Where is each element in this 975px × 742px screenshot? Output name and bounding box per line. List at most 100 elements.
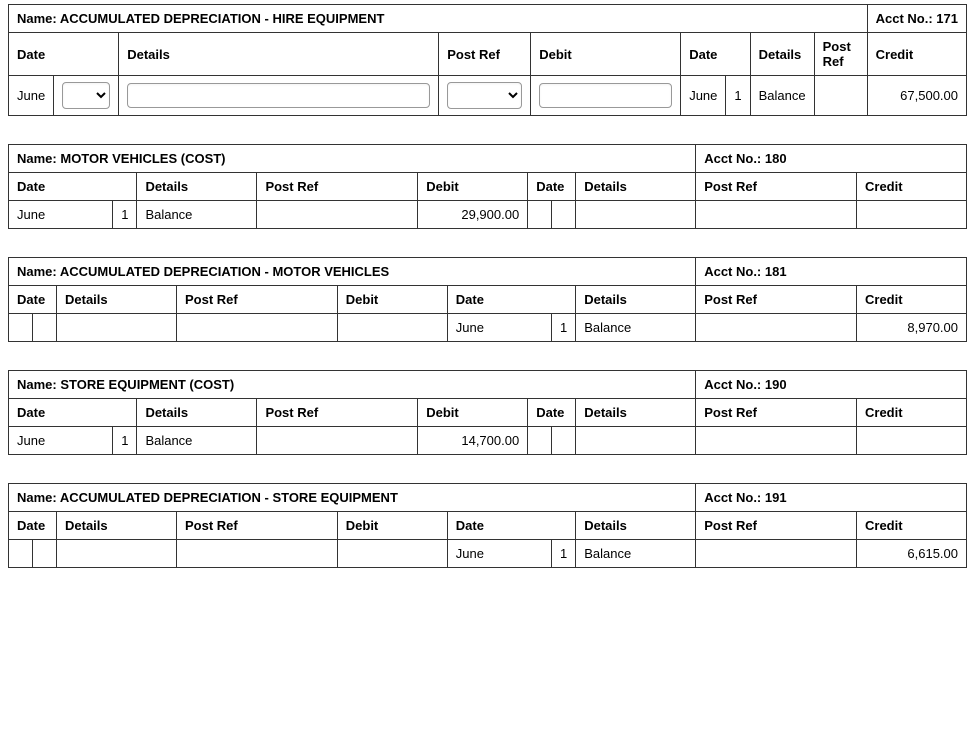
ledger-acc-dep-hire-equipment: Name: ACCUMULATED DEPRECIATION - HIRE EQ…	[8, 4, 967, 116]
credit-postref	[696, 427, 857, 455]
col-details-cr: Details	[576, 173, 696, 201]
ledger-acc-dep-store-equipment: Name: ACCUMULATED DEPRECIATION - STORE E…	[8, 483, 967, 568]
col-date: Date	[9, 286, 57, 314]
col-date: Date	[9, 512, 57, 540]
ledger-title: Name: ACCUMULATED DEPRECIATION - MOTOR V…	[9, 258, 696, 286]
debit-postref-select[interactable]	[447, 82, 522, 109]
debit-day: 1	[113, 427, 137, 455]
col-postref: Post Ref	[439, 33, 531, 76]
ledger-title: Name: ACCUMULATED DEPRECIATION - STORE E…	[9, 484, 696, 512]
credit-month	[528, 427, 552, 455]
credit-month: June	[681, 76, 726, 116]
ledger-title: Name: ACCUMULATED DEPRECIATION - HIRE EQ…	[9, 5, 868, 33]
col-postref-cr: Post Ref	[696, 512, 857, 540]
debit-day	[33, 314, 57, 342]
debit-postref	[257, 427, 418, 455]
col-debit: Debit	[531, 33, 681, 76]
debit-postref	[257, 201, 418, 229]
col-date: Date	[9, 33, 119, 76]
credit-month	[528, 201, 552, 229]
debit-amount	[337, 540, 447, 568]
credit-month: June	[447, 314, 551, 342]
col-credit: Credit	[857, 399, 967, 427]
debit-amount-input[interactable]	[539, 83, 672, 108]
credit-details: Balance	[576, 314, 696, 342]
credit-amount	[857, 427, 967, 455]
col-details-cr: Details	[576, 399, 696, 427]
ledger-title: Name: STORE EQUIPMENT (COST)	[9, 371, 696, 399]
col-credit: Credit	[857, 512, 967, 540]
col-credit: Credit	[867, 33, 966, 76]
col-postref-cr: Post Ref	[696, 399, 857, 427]
debit-amount: 14,700.00	[418, 427, 528, 455]
credit-postref	[696, 540, 857, 568]
col-postref: Post Ref	[257, 399, 418, 427]
credit-postref	[696, 201, 857, 229]
debit-month: June	[9, 427, 113, 455]
debit-day-select[interactable]	[62, 82, 110, 109]
col-details: Details	[57, 512, 177, 540]
col-date: Date	[9, 399, 137, 427]
ledger-acctno: Acct No.: 191	[696, 484, 967, 512]
debit-day: 1	[113, 201, 137, 229]
debit-month: June	[9, 76, 54, 116]
col-details-cr: Details	[576, 286, 696, 314]
col-postref-cr: Post Ref	[696, 286, 857, 314]
col-debit: Debit	[337, 512, 447, 540]
credit-day: 1	[726, 76, 750, 116]
col-postref: Post Ref	[177, 512, 338, 540]
credit-amount	[857, 201, 967, 229]
col-credit: Credit	[857, 173, 967, 201]
debit-month: June	[9, 201, 113, 229]
credit-day: 1	[551, 314, 575, 342]
debit-details: Balance	[137, 427, 257, 455]
col-details: Details	[137, 173, 257, 201]
col-date-cr: Date	[528, 173, 576, 201]
credit-day	[552, 427, 576, 455]
debit-details	[57, 314, 177, 342]
ledger-acctno: Acct No.: 181	[696, 258, 967, 286]
credit-details	[576, 201, 696, 229]
col-details-cr: Details	[750, 33, 814, 76]
col-date-cr: Date	[528, 399, 576, 427]
col-postref-cr: Post Ref	[696, 173, 857, 201]
col-date: Date	[9, 173, 137, 201]
col-details: Details	[137, 399, 257, 427]
credit-details	[576, 427, 696, 455]
credit-postref	[696, 314, 857, 342]
col-postref: Post Ref	[257, 173, 418, 201]
ledger-acctno: Acct No.: 180	[696, 145, 967, 173]
debit-details: Balance	[137, 201, 257, 229]
credit-details: Balance	[576, 540, 696, 568]
credit-amount: 67,500.00	[867, 76, 966, 116]
debit-details-input[interactable]	[127, 83, 430, 108]
col-details: Details	[57, 286, 177, 314]
ledger-title: Name: MOTOR VEHICLES (COST)	[9, 145, 696, 173]
col-date-cr: Date	[447, 512, 575, 540]
credit-details: Balance	[750, 76, 814, 116]
col-credit: Credit	[857, 286, 967, 314]
credit-amount: 8,970.00	[857, 314, 967, 342]
credit-day: 1	[551, 540, 575, 568]
credit-amount: 6,615.00	[857, 540, 967, 568]
col-debit: Debit	[337, 286, 447, 314]
col-details: Details	[119, 33, 439, 76]
col-details-cr: Details	[576, 512, 696, 540]
ledger-acc-dep-motor-vehicles: Name: ACCUMULATED DEPRECIATION - MOTOR V…	[8, 257, 967, 342]
col-date-cr: Date	[681, 33, 750, 76]
credit-month: June	[447, 540, 551, 568]
col-debit: Debit	[418, 173, 528, 201]
ledger-store-equipment-cost: Name: STORE EQUIPMENT (COST) Acct No.: 1…	[8, 370, 967, 455]
col-postref: Post Ref	[177, 286, 338, 314]
debit-details	[57, 540, 177, 568]
credit-postref	[814, 76, 867, 116]
col-date-cr: Date	[447, 286, 575, 314]
debit-amount: 29,900.00	[418, 201, 528, 229]
debit-day	[33, 540, 57, 568]
debit-month	[9, 314, 33, 342]
ledger-motor-vehicles-cost: Name: MOTOR VEHICLES (COST) Acct No.: 18…	[8, 144, 967, 229]
ledger-acctno: Acct No.: 171	[867, 5, 966, 33]
credit-day	[552, 201, 576, 229]
ledger-acctno: Acct No.: 190	[696, 371, 967, 399]
debit-postref	[177, 314, 338, 342]
